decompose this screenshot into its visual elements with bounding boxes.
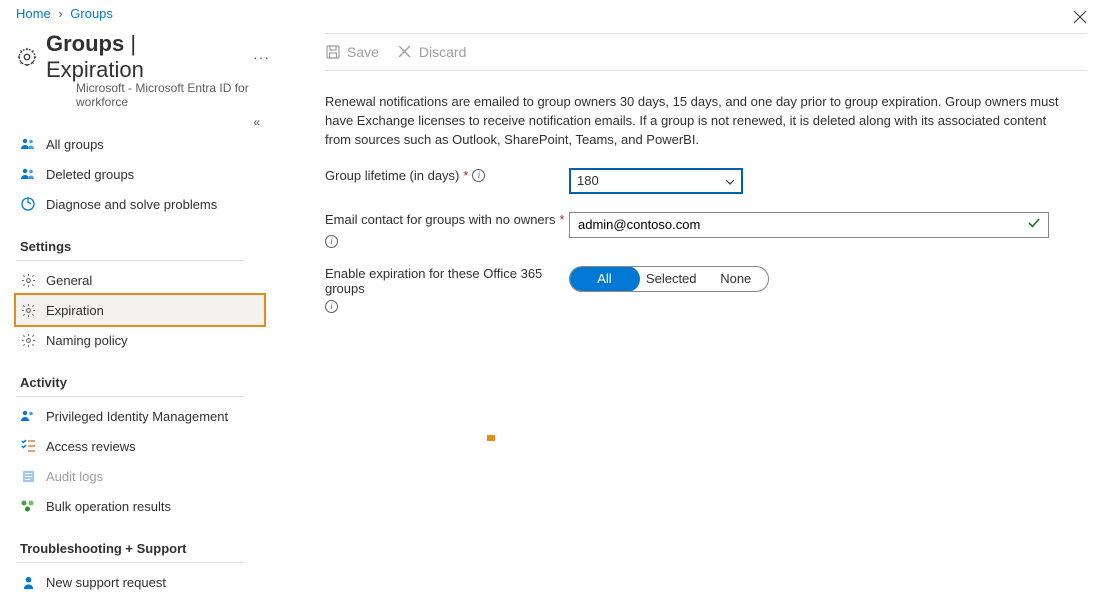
sidebar-item-label: New support request <box>46 575 166 590</box>
sidebar-section-activity: Activity <box>16 371 270 394</box>
lifetime-label: Group lifetime (in days) * i <box>325 168 569 183</box>
sidebar-item-label: Deleted groups <box>46 167 134 182</box>
sidebar-item-label: Privileged Identity Management <box>46 409 228 424</box>
option-none[interactable]: None <box>703 267 768 291</box>
group-icon <box>20 136 36 152</box>
sidebar-item-label: Audit logs <box>46 469 103 484</box>
sidebar-item-bulk-results[interactable]: Bulk operation results <box>16 491 264 521</box>
sidebar-item-audit-logs[interactable]: Audit logs <box>16 461 264 491</box>
option-selected[interactable]: Selected <box>639 267 704 291</box>
gear-icon <box>16 46 38 68</box>
email-label: Email contact for groups with no owners … <box>325 212 569 248</box>
checklist-icon <box>20 438 36 454</box>
discard-icon <box>397 44 413 60</box>
page-title: Groups | Expiration <box>46 31 239 83</box>
description-text: Renewal notifications are emailed to gro… <box>325 93 1065 150</box>
gear-icon <box>20 272 36 288</box>
sidebar-item-label: Access reviews <box>46 439 136 454</box>
breadcrumb-home[interactable]: Home <box>16 6 51 21</box>
option-all[interactable]: All <box>569 266 640 292</box>
group-icon <box>20 408 36 424</box>
sidebar-item-access-reviews[interactable]: Access reviews <box>16 431 264 461</box>
check-icon <box>1027 216 1041 233</box>
gear-icon <box>20 302 36 318</box>
sidebar-item-label: Naming policy <box>46 333 128 348</box>
cursor-marker <box>487 435 495 441</box>
sidebar-section-support: Troubleshooting + Support <box>16 537 270 560</box>
group-icon <box>20 166 36 182</box>
sidebar-item-label: Diagnose and solve problems <box>46 197 217 212</box>
sidebar-item-label: Bulk operation results <box>46 499 171 514</box>
breadcrumb-groups[interactable]: Groups <box>70 6 113 21</box>
sidebar-item-all-groups[interactable]: All groups <box>16 129 264 159</box>
sidebar-item-new-support[interactable]: New support request <box>16 567 264 597</box>
sidebar-item-label: Expiration <box>46 303 104 318</box>
lifetime-select[interactable]: 180 <box>569 168 743 194</box>
sidebar-item-pim[interactable]: Privileged Identity Management <box>16 401 264 431</box>
gear-icon <box>20 332 36 348</box>
email-input[interactable] <box>569 212 1049 238</box>
sidebar-item-expiration[interactable]: Expiration <box>16 295 264 325</box>
info-icon[interactable]: i <box>325 235 338 248</box>
save-icon <box>325 44 341 60</box>
save-button[interactable]: Save <box>325 44 379 60</box>
chevron-right-icon: › <box>58 6 62 21</box>
sidebar-item-label: All groups <box>46 137 104 152</box>
logs-icon <box>20 468 36 484</box>
sidebar: Groups | Expiration ··· Microsoft - Micr… <box>0 25 270 597</box>
enable-toggle-group: All Selected None <box>569 266 769 292</box>
support-icon <box>20 574 36 590</box>
sidebar-item-label: General <box>46 273 92 288</box>
chevron-down-icon <box>725 173 735 188</box>
info-icon[interactable]: i <box>325 300 338 313</box>
info-icon[interactable]: i <box>472 169 485 182</box>
sidebar-item-diagnose[interactable]: Diagnose and solve problems <box>16 189 264 219</box>
discard-button[interactable]: Discard <box>397 44 466 60</box>
sidebar-item-naming-policy[interactable]: Naming policy <box>16 325 264 355</box>
bulk-icon <box>20 498 36 514</box>
page-subtitle: Microsoft - Microsoft Entra ID for workf… <box>76 81 270 109</box>
diagnose-icon <box>20 196 36 212</box>
collapse-icon[interactable]: « <box>16 115 270 129</box>
more-icon[interactable]: ··· <box>253 49 270 65</box>
close-icon[interactable] <box>1073 10 1087 27</box>
sidebar-section-settings: Settings <box>16 235 270 258</box>
sidebar-item-deleted-groups[interactable]: Deleted groups <box>16 159 264 189</box>
toolbar: Save Discard <box>325 33 1087 71</box>
breadcrumb: Home › Groups <box>0 0 1103 25</box>
main-content: Save Discard Renewal notifications are e… <box>270 25 1103 597</box>
enable-label: Enable expiration for these Office 365 g… <box>325 266 569 313</box>
sidebar-item-general[interactable]: General <box>16 265 264 295</box>
